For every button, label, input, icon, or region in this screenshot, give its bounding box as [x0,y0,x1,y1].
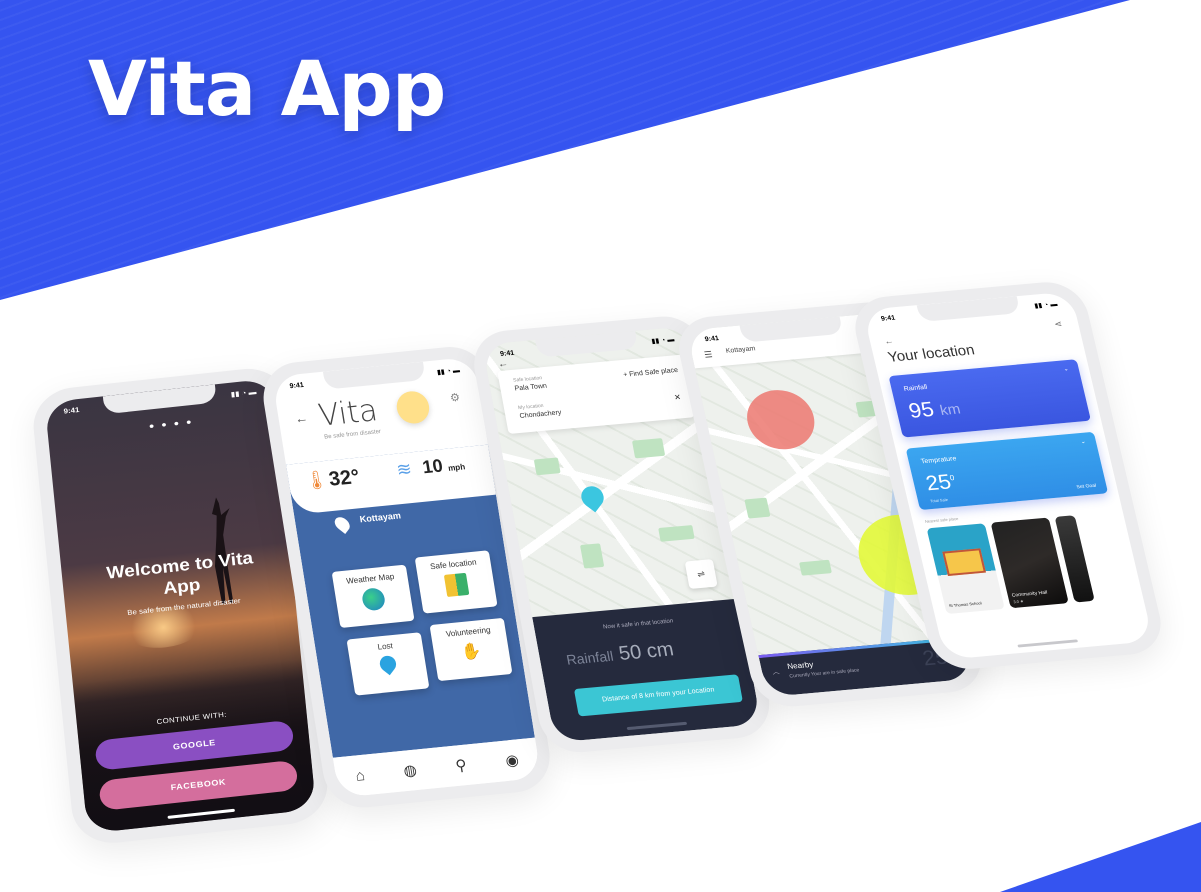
rainfall-readout: Rainfall 50 cm [564,638,675,670]
screen-title: Your location [886,341,977,366]
pin-icon [376,652,400,676]
my-location-field[interactable]: Chondachery [519,409,562,420]
my-location-label: My location [517,402,545,412]
temperature-card[interactable]: ⌄ Temprature 250 Total Sale Set Goal [905,431,1109,511]
rainfall-unit: km [938,401,963,419]
wind-unit: mph [447,462,466,473]
profile-icon[interactable]: ◉ [504,751,520,770]
info-panel: Now it safe in that location Rainfall 50 … [532,598,762,743]
chevron-up-icon[interactable]: ︿ [771,667,780,677]
status-icons: ▮▮ ◔ ▬ [1033,301,1059,310]
notch [322,361,426,390]
canvas: Vita App 9:41 ▮▮ ◔ ▬ ● ● ● ● Welcome to … [0,0,1201,892]
status-time: 9:41 [63,406,80,416]
wind-speed: 10 mph [421,453,466,478]
location-pin-icon [332,514,353,534]
place-name: Community Hall [1011,589,1048,599]
app-name: Vita [316,392,381,434]
rainfall-label: Rainfall [903,384,929,393]
search-icon[interactable]: ⚲ [454,756,468,775]
park-area [744,497,771,519]
card-label: Volunteering [445,625,492,639]
safe-location-field[interactable]: Pala Town [514,383,547,393]
set-goal-button[interactable]: Set Goal [1076,483,1097,490]
rainfall-value: 95 [906,397,937,423]
lost-card[interactable]: Lost [346,632,430,696]
park-area [579,543,605,569]
volunteering-card[interactable]: Volunteering ✋ [429,617,513,682]
distance-button[interactable]: Distance of 8 km from your Location [573,674,743,717]
card-label: Safe location [429,557,478,572]
menu-icon[interactable]: ☰ [703,349,713,360]
status-time: 9:41 [499,349,515,358]
school-illustration [942,548,986,576]
gear-icon[interactable]: ⚙ [449,391,461,405]
wind-speed-value: 10 [420,455,445,478]
back-arrow-icon[interactable]: ← [294,410,309,426]
hands-icon: ✋ [460,642,483,662]
status-icons: ▮▮ ◔ ▬ [230,389,257,399]
park-area [799,559,832,576]
place-rating: 3.0 ★ [1012,598,1025,605]
back-arrow-icon[interactable]: ← [497,358,509,370]
park-area [631,438,666,459]
park-area [533,457,561,476]
rainfall-readout: 95 km [906,395,962,424]
page-indicator: ● ● ● ● [148,416,195,431]
page-title: Vita App [88,44,446,133]
rainfall-card[interactable]: ⌄ Rainfall 95 km [888,359,1091,438]
safe-location-card[interactable]: Safe location [414,550,498,614]
chevron-down-icon[interactable]: ⌄ [1063,366,1069,373]
temperature-label: Temprature [920,455,958,466]
avatar[interactable] [394,389,432,425]
home-indicator [626,721,688,731]
notch [916,296,1021,322]
chevron-down-icon[interactable]: ⌄ [1080,438,1086,445]
temperature-value: 32° [327,465,362,491]
weather-map-card[interactable]: Weather Map [331,564,415,628]
back-arrow-icon[interactable]: ← [883,336,894,346]
globe-icon [360,587,387,612]
total-label: Total Sale [929,497,949,504]
globe-icon[interactable]: ◍ [402,761,418,780]
wind-icon: ≋ [394,458,414,480]
status-time: 9:41 [880,314,896,323]
location-name: Kottayam [358,510,402,525]
find-safe-place-button[interactable]: + Find Safe place [623,367,679,379]
temperature-unit: 0 [948,473,956,483]
share-icon[interactable]: ⋖ [1053,319,1063,330]
notch [102,384,217,415]
home-icon[interactable]: ⌂ [354,766,366,784]
card-label: Lost [376,641,394,652]
filter-icon[interactable]: ⇌ [684,559,718,589]
thermometer-icon: 🌡 [303,468,330,492]
close-icon[interactable]: ✕ [673,393,681,402]
status-time: 9:41 [704,335,720,344]
status-text: Now it safe in that location [602,618,674,631]
place-name: St Thomas School [948,600,983,609]
location-name: Kottayam [725,345,757,355]
status-time: 9:41 [289,381,305,391]
rainfall-label: Rainfall [565,647,615,668]
status-icons: ▮▮ ◔ ▬ [436,367,461,377]
temperature-readout: 250 [923,469,958,496]
nearest-label: Nearest safe place [924,516,959,524]
map-icon [443,572,470,597]
home-indicator [1017,639,1079,648]
card-label: Weather Map [345,571,395,586]
rainfall-value: 50 cm [617,638,676,665]
nearby-title: Nearby [786,660,815,671]
